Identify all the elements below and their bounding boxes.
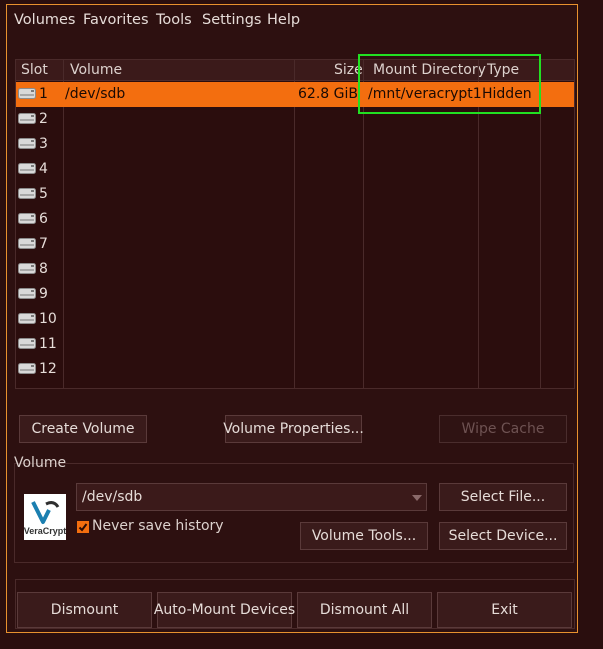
check-icon [78,523,88,532]
table-row[interactable]: 10 [16,307,574,332]
table-row[interactable]: 5 [16,182,574,207]
table-row[interactable]: 2 [16,107,574,132]
column-header-size[interactable]: Size [334,62,363,78]
never-save-history-label: Never save history [92,518,224,534]
slot-number: 12 [39,361,57,377]
drive-icon [18,338,36,349]
column-header-type[interactable]: Type [487,62,519,78]
volume-path-value: /dev/sdb [82,489,143,505]
wipe-cache-button[interactable]: Wipe Cache [439,415,567,443]
slot-number: 10 [39,311,57,327]
table-row[interactable]: 12 [16,357,574,382]
table-row[interactable]: 1/dev/sdb 62.8 GiB/mnt/veracrypt1 Hidden [16,82,574,107]
drive-icon [18,288,36,299]
dismount-button[interactable]: Dismount [17,592,152,628]
menu-help[interactable]: Help [267,12,300,28]
volume-size: 62.8 GiB [298,86,358,102]
dismount-all-button[interactable]: Dismount All [297,592,432,628]
drive-icon [18,263,36,274]
menu-volumes[interactable]: Volumes [14,12,75,28]
table-row[interactable]: 3 [16,132,574,157]
volume-properties-button[interactable]: Volume Properties... [223,415,364,443]
table-row[interactable]: 11 [16,332,574,357]
table-row[interactable]: 8 [16,257,574,282]
drive-icon [18,238,36,249]
column-header-slot[interactable]: Slot [21,62,48,78]
volume-type: Hidden [482,86,532,102]
slot-number: 8 [39,261,48,277]
chevron-down-icon[interactable] [412,495,422,501]
volume-path-combobox[interactable]: /dev/sdb [76,483,427,511]
table-header: Slot Volume Size Mount Directory Type [16,60,574,81]
slot-number: 2 [39,111,48,127]
menu-tools[interactable]: Tools [156,12,192,28]
volume-path: /dev/sdb [65,86,126,102]
veracrypt-window: Volumes Favorites Tools Settings Help Sl… [6,4,578,633]
menu-settings[interactable]: Settings [202,12,261,28]
menu-favorites[interactable]: Favorites [83,12,149,28]
table-row[interactable]: 6 [16,207,574,232]
select-file-button[interactable]: Select File... [439,483,567,511]
volume-group-label: Volume [14,455,67,471]
drive-icon [18,363,36,374]
auto-mount-devices-button[interactable]: Auto-Mount Devices [154,592,295,628]
veracrypt-logo-icon: VeraCrypt [24,501,66,536]
select-device-button[interactable]: Select Device... [439,522,567,550]
svg-text:VeraCrypt: VeraCrypt [24,526,66,536]
drive-icon [18,113,36,124]
create-volume-button[interactable]: Create Volume [19,415,147,443]
column-header-mount-directory[interactable]: Mount Directory [373,62,486,78]
never-save-history-checkbox[interactable] [77,521,89,533]
table-row[interactable]: 7 [16,232,574,257]
drive-icon [18,88,36,99]
slot-number: 7 [39,236,48,252]
volume-tools-button[interactable]: Volume Tools... [300,522,428,550]
veracrypt-logo: VeraCrypt [24,494,66,540]
drive-icon [18,138,36,149]
column-header-volume[interactable]: Volume [70,62,122,78]
table-row[interactable]: 9 [16,282,574,307]
exit-button[interactable]: Exit [437,592,572,628]
slot-number: 9 [39,286,48,302]
slot-number: 4 [39,161,48,177]
slot-number: 6 [39,211,48,227]
slot-number: 3 [39,136,48,152]
drive-icon [18,313,36,324]
volume-list[interactable]: Slot Volume Size Mount Directory Type 1/… [15,59,575,389]
drive-icon [18,188,36,199]
drive-icon [18,213,36,224]
slot-number: 5 [39,186,48,202]
table-row[interactable]: 4 [16,157,574,182]
slot-number: 1 [39,86,48,102]
menu-bar: Volumes Favorites Tools Settings Help [7,5,577,35]
drive-icon [18,163,36,174]
slot-number: 11 [39,336,57,352]
mount-directory: /mnt/veracrypt1 [368,86,482,102]
